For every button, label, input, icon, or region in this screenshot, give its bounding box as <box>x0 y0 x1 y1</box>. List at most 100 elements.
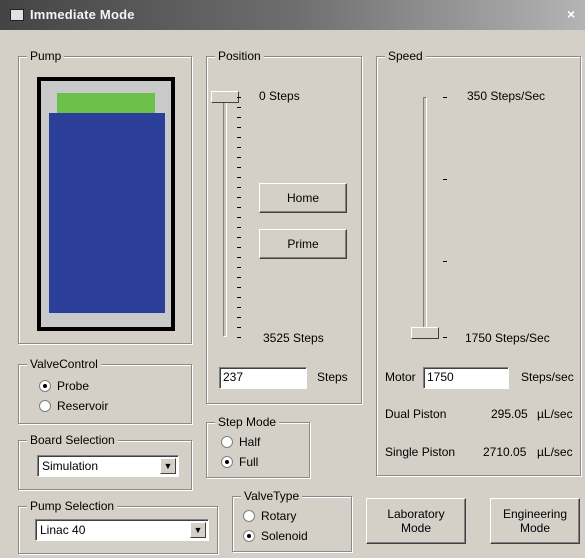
laboratory-mode-button[interactable]: Laboratory Mode <box>366 498 466 544</box>
speed-tick <box>443 179 447 180</box>
valve-type-rotary-radio[interactable]: Rotary <box>243 509 296 523</box>
speed-group: Speed 350 Steps/Sec 1750 Steps/Sec Motor… <box>376 49 581 476</box>
position-tick <box>237 107 241 108</box>
position-tick <box>237 287 241 288</box>
valve-type-rotary-label: Rotary <box>261 509 297 523</box>
position-tick <box>237 337 241 338</box>
speed-bottom-label: 1750 Steps/Sec <box>465 331 550 345</box>
position-tick <box>237 177 241 178</box>
radio-dot <box>221 436 233 448</box>
engineering-mode-line1: Engineering <box>502 507 568 521</box>
position-tick <box>237 137 241 138</box>
pump-fluid-level <box>49 113 165 313</box>
chevron-down-icon[interactable]: ▼ <box>190 522 206 538</box>
valve-type-group: ValveType Rotary Solenoid <box>232 489 352 552</box>
motor-label: Motor <box>385 370 416 384</box>
pump-legend: Pump <box>27 49 65 63</box>
position-tick <box>237 307 241 308</box>
radio-dot <box>39 380 51 392</box>
radio-dot <box>243 530 255 542</box>
valve-type-solenoid-label: Solenoid <box>261 529 308 543</box>
valve-probe-radio[interactable]: Probe <box>39 379 89 393</box>
pump-group: Pump <box>18 49 192 344</box>
position-top-label: 0 Steps <box>259 89 300 103</box>
pump-piston-head <box>57 93 155 115</box>
pump-cylinder <box>37 77 175 331</box>
position-tick <box>237 247 241 248</box>
position-slider-track[interactable] <box>223 97 227 337</box>
position-tick <box>237 147 241 148</box>
single-piston-unit: µL/sec <box>537 445 573 459</box>
valve-reservoir-radio[interactable]: Reservoir <box>39 399 108 413</box>
valve-type-solenoid-radio[interactable]: Solenoid <box>243 529 308 543</box>
close-icon[interactable]: × <box>567 6 575 22</box>
home-button[interactable]: Home <box>259 183 347 213</box>
position-tick <box>237 117 241 118</box>
window-icon <box>10 9 24 21</box>
position-tick <box>237 207 241 208</box>
position-tick <box>237 237 241 238</box>
position-tick <box>237 97 241 98</box>
position-tick <box>237 327 241 328</box>
step-mode-half-radio[interactable]: Half <box>221 435 260 449</box>
position-tick <box>237 277 241 278</box>
board-selection-dropdown[interactable]: Simulation ▼ <box>37 455 179 477</box>
board-selection-legend: Board Selection <box>27 433 118 447</box>
speed-legend: Speed <box>385 49 426 63</box>
motor-speed-input[interactable]: 1750 <box>423 367 509 389</box>
chevron-down-icon[interactable]: ▼ <box>160 458 176 474</box>
dual-piston-label: Dual Piston <box>385 407 447 421</box>
pump-selection-legend: Pump Selection <box>27 499 118 513</box>
single-piston-value: 2710.05 <box>483 445 527 459</box>
speed-slider-thumb[interactable] <box>411 327 439 339</box>
speed-tick <box>443 337 447 338</box>
position-bottom-label: 3525 Steps <box>263 331 324 345</box>
valve-type-legend: ValveType <box>241 489 303 503</box>
position-steps-input[interactable]: 237 <box>219 367 307 389</box>
window-title: Immediate Mode <box>30 7 135 22</box>
step-mode-half-label: Half <box>239 435 261 449</box>
position-tick <box>237 227 241 228</box>
position-slider-thumb[interactable] <box>211 91 239 103</box>
step-mode-full-radio[interactable]: Full <box>221 455 258 469</box>
position-tick <box>237 317 241 318</box>
speed-tick <box>443 97 447 98</box>
speed-slider-track[interactable] <box>423 97 427 337</box>
position-tick <box>237 217 241 218</box>
dual-piston-unit: µL/sec <box>537 407 573 421</box>
position-tick <box>237 297 241 298</box>
engineering-mode-button[interactable]: Engineering Mode <box>490 498 580 544</box>
pump-selection-dropdown[interactable]: Linac 40 ▼ <box>35 519 209 541</box>
title-bar: Immediate Mode × <box>0 0 585 30</box>
pump-selection-value: Linac 40 <box>40 523 86 537</box>
step-mode-full-label: Full <box>239 455 259 469</box>
speed-top-label: 350 Steps/Sec <box>467 89 546 103</box>
radio-dot <box>243 510 255 522</box>
prime-button[interactable]: Prime <box>259 229 347 259</box>
position-tick <box>237 157 241 158</box>
board-selection-value: Simulation <box>42 459 99 473</box>
pump-selection-group: Pump Selection Linac 40 ▼ <box>18 499 218 554</box>
position-tick <box>237 167 241 168</box>
single-piston-label: Single Piston <box>385 445 456 459</box>
board-selection-group: Board Selection Simulation ▼ <box>18 433 192 490</box>
position-group: Position 0 Steps 3525 Steps Home Prime 2… <box>206 49 362 404</box>
position-tick <box>237 197 241 198</box>
speed-tick <box>443 261 447 262</box>
position-tick <box>237 257 241 258</box>
valve-control-legend: ValveControl <box>27 357 101 371</box>
position-tick <box>237 267 241 268</box>
radio-dot <box>39 400 51 412</box>
position-tick <box>237 127 241 128</box>
valve-probe-label: Probe <box>57 379 90 393</box>
position-tick <box>237 187 241 188</box>
radio-dot <box>221 456 233 468</box>
step-mode-group: Step Mode Half Full <box>206 415 310 478</box>
laboratory-mode-line2: Mode <box>400 521 432 535</box>
position-legend: Position <box>215 49 264 63</box>
valve-control-group: ValveControl Probe Reservoir <box>18 357 192 424</box>
laboratory-mode-line1: Laboratory <box>387 507 445 521</box>
valve-reservoir-label: Reservoir <box>57 399 109 413</box>
engineering-mode-line2: Mode <box>519 521 551 535</box>
motor-unit: Steps/sec <box>521 370 574 384</box>
